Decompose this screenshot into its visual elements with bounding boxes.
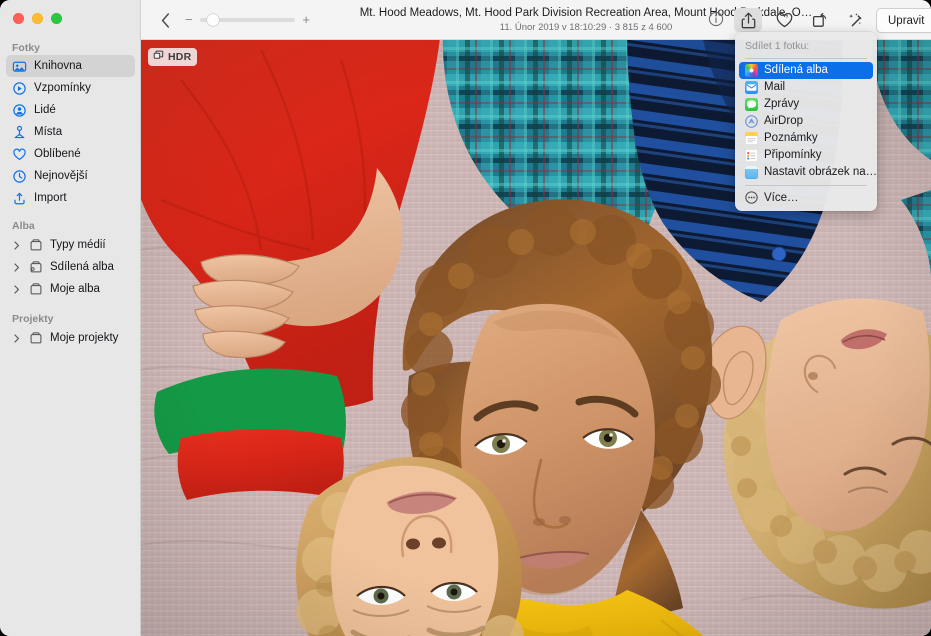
share-menu-item-label: Nastavit obrázek na… [764, 166, 878, 178]
zoom-slider-track[interactable] [200, 14, 295, 26]
hdr-badge-label: HDR [168, 51, 192, 63]
favorite-button[interactable] [770, 8, 798, 32]
people-icon [12, 103, 27, 118]
sidebar-item-import[interactable]: Import [6, 187, 135, 209]
sidebar-item-label: Moje projekty [50, 332, 119, 344]
zoom-in-label[interactable]: + [302, 13, 310, 27]
share-menu-item-mail[interactable]: Mail [739, 79, 873, 96]
chevron-left-icon [161, 12, 169, 28]
reminders-app-icon [745, 148, 758, 162]
zoom-button[interactable] [51, 13, 62, 24]
photos-library-icon [12, 59, 27, 74]
share-menu-item-airdrop[interactable]: AirDrop [739, 113, 873, 130]
enhance-button[interactable] [842, 8, 870, 32]
sidebar-section-header-projekty: Projekty [12, 313, 54, 325]
share-menu-item-label: Více… [764, 191, 799, 204]
share-menu-item-nastavit-obrazek[interactable]: Nastavit obrázek na… [739, 164, 877, 181]
heart-icon [12, 147, 27, 162]
zoom-out-label[interactable]: − [185, 13, 193, 27]
hdr-badge: HDR [148, 48, 198, 66]
sidebar-item-label: Oblíbené [34, 148, 81, 160]
sidebar-item-typy-medii[interactable]: Typy médií [6, 234, 135, 256]
sidebar-section-header-alba: Alba [12, 220, 35, 232]
share-menu-item-vice[interactable]: Více… [739, 189, 873, 206]
chevron-right-icon[interactable] [12, 262, 21, 272]
share-menu-item-label: Poznámky [764, 132, 818, 144]
desktop-icon [745, 165, 758, 179]
folder-icon [28, 282, 43, 297]
clock-icon [12, 169, 27, 184]
photos-app-icon [745, 63, 758, 77]
zoom-slider-thumb[interactable] [207, 14, 219, 26]
rotate-button[interactable] [806, 8, 834, 32]
chevron-right-icon[interactable] [12, 284, 21, 294]
notes-app-icon [745, 131, 758, 145]
shared-folder-icon [28, 260, 43, 275]
minimize-button[interactable] [32, 13, 43, 24]
share-menu-item-label: Sdílená alba [764, 64, 828, 76]
sidebar-item-label: Místa [34, 126, 63, 138]
places-pin-icon [12, 125, 27, 140]
edit-button-label: Upravit [888, 14, 925, 27]
share-menu-item-zpravy[interactable]: Zprávy [739, 96, 873, 113]
share-menu-title: Sdílet 1 fotku: [745, 40, 810, 52]
sidebar-item-vzpominky[interactable]: Vzpomínky [6, 77, 135, 99]
sidebar-group-projekty: Moje projekty [0, 327, 141, 349]
sidebar-item-moje-alba[interactable]: Moje alba [6, 278, 135, 300]
sidebar-item-moje-projekty[interactable]: Moje projekty [6, 327, 135, 349]
messages-app-icon [745, 97, 758, 111]
magic-wand-icon [849, 12, 862, 26]
sidebar-item-label: Sdílená alba [50, 261, 114, 273]
sidebar-item-oblibene[interactable]: Oblíbené [6, 143, 135, 165]
window-traffic-lights [13, 13, 62, 24]
edit-button[interactable]: Upravit [876, 8, 931, 33]
import-icon [12, 191, 27, 206]
share-icon [741, 12, 755, 28]
share-menu-item-sdilena-alba[interactable]: Sdílená alba [739, 61, 873, 79]
sidebar-item-label: Nejnovější [34, 170, 88, 182]
share-menu-item-label: AirDrop [764, 115, 803, 127]
folder-icon [28, 238, 43, 253]
share-button[interactable] [734, 8, 762, 32]
sidebar-item-label: Vzpomínky [34, 82, 91, 94]
photos-app-window: Fotky Knihovna Vzpomínky Lidé Místa Oblí… [0, 0, 931, 636]
sidebar-item-label: Knihovna [34, 60, 82, 72]
sidebar-item-label: Moje alba [50, 283, 100, 295]
sidebar-group-alba: Typy médií Sdílená alba Moje alba [0, 234, 141, 300]
menu-divider-bottom [745, 184, 867, 185]
sidebar-item-label: Import [34, 192, 67, 204]
memories-icon [12, 81, 27, 96]
chevron-right-icon[interactable] [12, 333, 21, 343]
share-menu-item-label: Připomínky [764, 149, 822, 161]
zoom-slider[interactable]: − + [185, 11, 310, 29]
back-button[interactable] [154, 9, 176, 31]
mail-app-icon [745, 80, 758, 94]
sidebar-item-label: Typy médií [50, 239, 106, 251]
sidebar-item-knihovna[interactable]: Knihovna [6, 55, 135, 77]
sidebar-item-nejnovejsi[interactable]: Nejnovější [6, 165, 135, 187]
share-menu-popover: Sdílet 1 fotku: Sdílená alba Mail Zprávy… [735, 32, 877, 211]
sidebar-item-lide[interactable]: Lidé [6, 99, 135, 121]
share-menu-item-pripominky[interactable]: Připomínky [739, 147, 873, 164]
rotate-icon [812, 12, 827, 27]
sidebar: Fotky Knihovna Vzpomínky Lidé Místa Oblí… [0, 0, 141, 636]
hdr-layers-icon [153, 50, 164, 64]
share-menu-item-label: Zprávy [764, 98, 800, 110]
close-button[interactable] [13, 13, 24, 24]
sidebar-item-sdilena-alba[interactable]: Sdílená alba [6, 256, 135, 278]
sidebar-group-fotky: Knihovna Vzpomínky Lidé Místa Oblíbené N… [0, 55, 141, 209]
ellipsis-circle-icon [745, 191, 758, 204]
info-button[interactable] [706, 9, 726, 29]
sidebar-item-mista[interactable]: Místa [6, 121, 135, 143]
menu-divider-top [745, 58, 867, 59]
airdrop-icon [745, 114, 758, 128]
chevron-right-icon[interactable] [12, 240, 21, 250]
sidebar-item-label: Lidé [34, 104, 56, 116]
share-menu-item-label: Mail [764, 81, 786, 93]
heart-icon [776, 12, 792, 27]
info-circle-icon [708, 11, 724, 27]
folder-icon [28, 331, 43, 346]
share-menu-item-poznamky[interactable]: Poznámky [739, 130, 873, 147]
